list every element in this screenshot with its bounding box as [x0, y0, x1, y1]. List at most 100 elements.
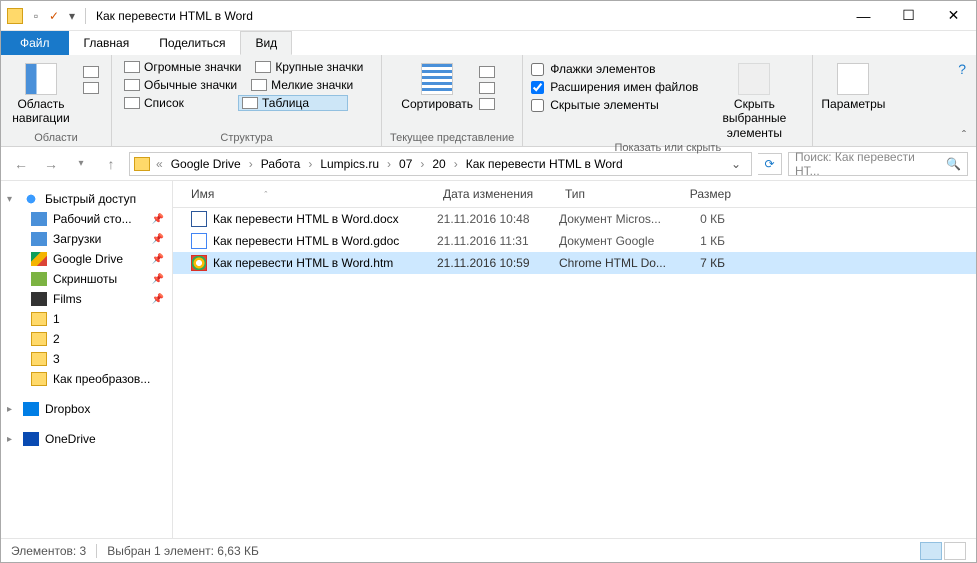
search-input[interactable]: Поиск: Как перевести HT... 🔍 [788, 152, 968, 176]
chevron-down-icon[interactable]: ▾ [7, 194, 17, 205]
file-icon [191, 211, 207, 227]
status-count: Элементов: 3 [11, 544, 86, 558]
tab-share[interactable]: Поделиться [144, 31, 240, 55]
nav-pane-button[interactable]: Область навигации [9, 59, 73, 126]
sidebar-item-desktop[interactable]: Рабочий сто...📌 [1, 209, 172, 229]
address-bar: ← → ▾ ↑ « Google Drive › Работа › Lumpics.… [1, 147, 976, 181]
star-icon [23, 192, 39, 206]
layout-list[interactable]: Список [120, 95, 232, 111]
layout-normal[interactable]: Обычные значки [120, 77, 241, 93]
bc-0[interactable]: Google Drive [167, 157, 245, 171]
file-row[interactable]: Как перевести HTML в Word.docx21.11.2016… [173, 208, 976, 230]
details-pane-button[interactable] [79, 81, 103, 95]
group-layout-label: Структура [220, 130, 272, 144]
layout-small[interactable]: Мелкие значки [247, 77, 357, 93]
tab-view[interactable]: Вид [240, 31, 292, 55]
chk-item-checkboxes[interactable]: Флажки элементов [531, 61, 698, 77]
layout-huge[interactable]: Огромные значки [120, 59, 245, 75]
tab-home[interactable]: Главная [69, 31, 145, 55]
folder-icon [31, 372, 47, 386]
help-icon[interactable]: ? [958, 61, 966, 77]
divider [96, 544, 97, 558]
group-show-label: Показать или скрыть [614, 140, 721, 154]
col-size[interactable]: Размер [681, 187, 741, 201]
breadcrumb[interactable]: « Google Drive› Работа› Lumpics.ru› 07› … [129, 152, 752, 176]
add-columns-button[interactable] [475, 81, 499, 95]
sidebar-item-google-drive[interactable]: Google Drive📌 [1, 249, 172, 269]
tab-file[interactable]: Файл [1, 31, 69, 55]
group-current-label: Текущее представление [390, 130, 514, 144]
view-icons-button[interactable] [944, 542, 966, 560]
up-button[interactable]: ↑ [99, 152, 123, 176]
back-button[interactable]: ← [9, 152, 33, 176]
fit-columns-button[interactable] [475, 97, 499, 111]
film-icon [31, 292, 47, 306]
content: ▾Быстрый доступ Рабочий сто...📌 Загрузки… [1, 181, 976, 538]
preview-pane-button[interactable] [79, 65, 103, 79]
chevron-right-icon: › [385, 157, 393, 171]
chevron-right-icon[interactable]: ▸ [7, 404, 17, 415]
file-row[interactable]: Как перевести HTML в Word.gdoc21.11.2016… [173, 230, 976, 252]
col-name[interactable]: Имяˆ [191, 187, 443, 201]
file-row[interactable]: Как перевести HTML в Word.htm21.11.2016 … [173, 252, 976, 274]
folder-icon [31, 332, 47, 346]
file-size: 1 КБ [675, 234, 735, 248]
ribbon: Область навигации Области Огромные значк… [1, 55, 976, 147]
bc-4[interactable]: 20 [428, 157, 449, 171]
maximize-button[interactable]: ☐ [886, 1, 931, 30]
sidebar-item-3[interactable]: 3 [1, 349, 172, 369]
col-type[interactable]: Тип [565, 187, 681, 201]
forward-button[interactable]: → [39, 152, 63, 176]
pin-icon: 📌 [152, 234, 164, 245]
sidebar-quick-access[interactable]: ▾Быстрый доступ [1, 189, 172, 209]
sidebar-item-screenshots[interactable]: Скриншоты📌 [1, 269, 172, 289]
refresh-button[interactable]: ⟳ [758, 153, 782, 175]
sidebar-item-1[interactable]: 1 [1, 309, 172, 329]
sidebar: ▾Быстрый доступ Рабочий сто...📌 Загрузки… [1, 181, 173, 538]
pin-icon: 📌 [152, 214, 164, 225]
sidebar-dropbox[interactable]: ▸Dropbox [1, 399, 172, 419]
qat-check-icon[interactable]: ✓ [47, 9, 61, 23]
chevron-right-icon: › [418, 157, 426, 171]
close-button[interactable]: ✕ [931, 1, 976, 30]
status-bar: Элементов: 3 Выбран 1 элемент: 6,63 КБ [1, 538, 976, 562]
options-button[interactable]: Параметры [821, 59, 885, 111]
bc-5[interactable]: Как перевести HTML в Word [462, 157, 627, 171]
qat-props-icon[interactable]: ▫ [29, 9, 43, 23]
minimize-button[interactable]: — [841, 1, 886, 30]
sidebar-item-2[interactable]: 2 [1, 329, 172, 349]
file-size: 0 КБ [675, 212, 735, 226]
sidebar-item-convert[interactable]: Как преобразов... [1, 369, 172, 389]
divider [85, 8, 86, 24]
layout-table[interactable]: Таблица [238, 95, 348, 111]
sidebar-item-films[interactable]: Films📌 [1, 289, 172, 309]
chevron-right-icon[interactable]: ▸ [7, 434, 17, 445]
bc-3[interactable]: 07 [395, 157, 416, 171]
collapse-ribbon-icon[interactable]: ˆ [962, 128, 966, 142]
sort-button[interactable]: Сортировать [405, 59, 469, 111]
group-by-button[interactable] [475, 65, 499, 79]
bc-1[interactable]: Работа [257, 157, 305, 171]
history-dropdown[interactable]: ▾ [69, 152, 93, 176]
nav-pane-label: Область навигации [12, 97, 69, 126]
file-icon [191, 233, 207, 249]
bc-2[interactable]: Lumpics.ru [316, 157, 383, 171]
layout-large[interactable]: Крупные значки [251, 59, 367, 75]
chevron-down-icon[interactable]: ⌄ [725, 157, 747, 171]
nav-pane-icon [25, 63, 57, 95]
hide-selected-button[interactable]: Скрыть выбранные элементы [704, 59, 804, 140]
view-details-button[interactable] [920, 542, 942, 560]
col-date[interactable]: Дата изменения [443, 187, 565, 201]
chk-extensions[interactable]: Расширения имен файлов [531, 79, 698, 95]
qat-dropdown-icon[interactable]: ▾ [65, 9, 79, 23]
chevron-left-icon[interactable]: « [154, 157, 165, 171]
file-date: 21.11.2016 10:48 [437, 212, 559, 226]
chk-hidden[interactable]: Скрытые элементы [531, 97, 698, 113]
sidebar-item-downloads[interactable]: Загрузки📌 [1, 229, 172, 249]
sidebar-onedrive[interactable]: ▸OneDrive [1, 429, 172, 449]
file-icon [191, 255, 207, 271]
file-name: Как перевести HTML в Word.gdoc [213, 234, 399, 248]
pin-icon: 📌 [152, 294, 164, 305]
hide-icon [738, 63, 770, 95]
title-bar: ▫ ✓ ▾ Как перевести HTML в Word — ☐ ✕ [1, 1, 976, 31]
